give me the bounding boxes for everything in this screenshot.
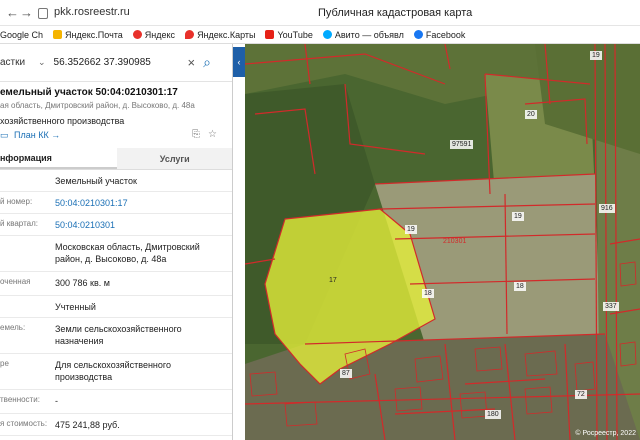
search-input[interactable] [53,57,184,68]
bookmark-label: Яндекс.Почта [65,29,123,40]
bookmark-avito[interactable]: Авито — объявл [322,29,404,40]
quarter-label: 210301 [443,238,467,245]
youtube-icon [265,30,275,39]
bookmarks-bar: Google Ch Яндекс.Почта Яндекс Яндекс.Кар… [0,26,640,44]
attribute-value[interactable]: 50:04:0210301:17 [55,197,225,209]
attribute-value: Учтенный [55,302,96,312]
attribute-row: й квартал: 50:04:0210301 [0,214,232,236]
parcel-label: 72 [575,390,587,399]
bookmark-label: Facebook [425,29,466,40]
attribute-row: 01.01.2022 [0,436,232,440]
attribute-value: Земельный участок [55,176,137,186]
bookmark-yandex-mail[interactable]: Яндекс.Почта [53,30,123,40]
browser-address-bar: ← → pkk.rosreestr.ru Публичная кадастров… [0,0,640,26]
object-actions: ⎘ ☆ [192,129,217,140]
yandex-mail-icon [53,30,63,39]
bookmark-label: Яндекс.Карты [197,29,256,40]
plan-icon: ▭ [0,130,9,140]
attribute-label: я стоимость: [0,419,48,428]
attribute-label: оченная [0,277,31,286]
bookmark-google[interactable]: Google Ch [0,30,43,40]
object-use: хозяйственного производства [0,116,125,126]
share-icon[interactable]: ⎘ [192,129,200,140]
url-field[interactable]: pkk.rosreestr.ru [38,6,130,19]
bookmark-label: YouTube [277,29,313,40]
close-icon[interactable]: × [188,55,196,70]
page-title: Публичная кадастровая карта [318,7,473,19]
attribute-label: емель: [0,323,26,332]
chevron-down-icon[interactable]: ⌄ [38,57,46,68]
search-scope[interactable]: астки [0,57,30,68]
parcel-label: 337 [603,302,619,311]
parcel-label: 18 [514,282,526,291]
facebook-icon [413,30,423,39]
map-copyright: © Росреестр, 2022 [575,430,636,437]
star-icon[interactable]: ☆ [208,129,217,140]
parcel-label: 97591 [450,140,474,149]
collapse-panel-button[interactable]: ‹ [233,47,245,77]
search-icon[interactable]: ⌕ [203,54,211,71]
map-pin-icon [185,30,195,39]
parcel-label: 19 [512,212,524,221]
attribute-value: 300 786 кв. м [55,278,110,288]
attribute-value: Московская область, Дмитровский район, д… [55,242,200,264]
parcel-label: 916 [599,204,615,213]
object-title: емельный участок 50:04:0210301:17 [0,87,178,98]
bookmark-label: Авито — объявл [334,29,404,40]
attribute-value[interactable]: 50:04:0210301 [55,219,225,231]
attribute-row: й номер: 50:04:0210301:17 [0,192,232,214]
attribute-value: Земли сельскохозяйственного назначения [55,324,182,346]
bookmark-youtube[interactable]: YouTube [265,29,313,40]
forward-icon[interactable]: → [20,5,33,20]
yandex-icon [132,30,142,39]
url-text: pkk.rosreestr.ru [54,6,130,18]
info-tabs: нформация Услуги [0,148,232,170]
back-icon[interactable]: ← [6,5,19,20]
attribute-row: Учтенный [0,296,232,318]
parcel-label: 180 [485,410,501,419]
lock-icon [38,7,48,19]
tab-services[interactable]: Услуги [116,148,232,169]
parcel-label: 87 [340,369,352,378]
bookmark-yandex-maps[interactable]: Яндекс.Карты [185,30,255,40]
parcel-label: 17 [329,277,337,284]
plan-kk-link[interactable]: План КК → [14,130,60,140]
cadastral-map[interactable]: 20 97591 19 19 210301 17 18 18 916 337 7… [245,44,640,440]
attribute-value: 475 241,88 руб. [55,420,120,430]
bookmark-label: Яндекс [144,29,176,40]
attribute-label: й номер: [0,197,33,206]
bookmark-label: Google Ch [0,29,44,40]
attribute-row: емель: Земли сельскохозяйственного назнач… [0,318,232,354]
attribute-value: Для сельскохозяйственного производства [55,360,171,382]
avito-icon [322,30,332,39]
bookmark-yandex[interactable]: Яндекс [132,29,176,40]
attribute-row: Земельный участок [0,170,232,192]
attribute-list: Земельный участок й номер: 50:04:0210301:1… [0,170,232,440]
attribute-row: твенности: - [0,390,232,414]
parcel-label: 20 [525,110,537,119]
attribute-value: - [55,396,58,406]
attribute-label: твенности: [0,395,40,404]
object-address: ая область, Дмитровский район, д. Высоко… [0,101,195,110]
parcel-label: 19 [590,51,602,60]
parcel-label: 19 [405,225,417,234]
attribute-row: оченная 300 786 кв. м [0,272,232,296]
tab-information[interactable]: нформация [0,148,117,169]
attribute-label: ре [0,359,9,368]
attribute-row: ре Для сельскохозяйственного производства [0,354,232,390]
attribute-row: я стоимость: 475 241,88 руб. [0,414,232,436]
info-panel: астки ⌄ × ⌕ емельный участок 50:04:02103… [0,44,233,440]
attribute-row: Московская область, Дмитровский район, д… [0,236,232,272]
search-bar: астки ⌄ × ⌕ [0,44,232,82]
parcel-label: 18 [422,289,434,298]
attribute-label: й квартал: [0,219,38,228]
bookmark-facebook[interactable]: Facebook [413,29,466,40]
